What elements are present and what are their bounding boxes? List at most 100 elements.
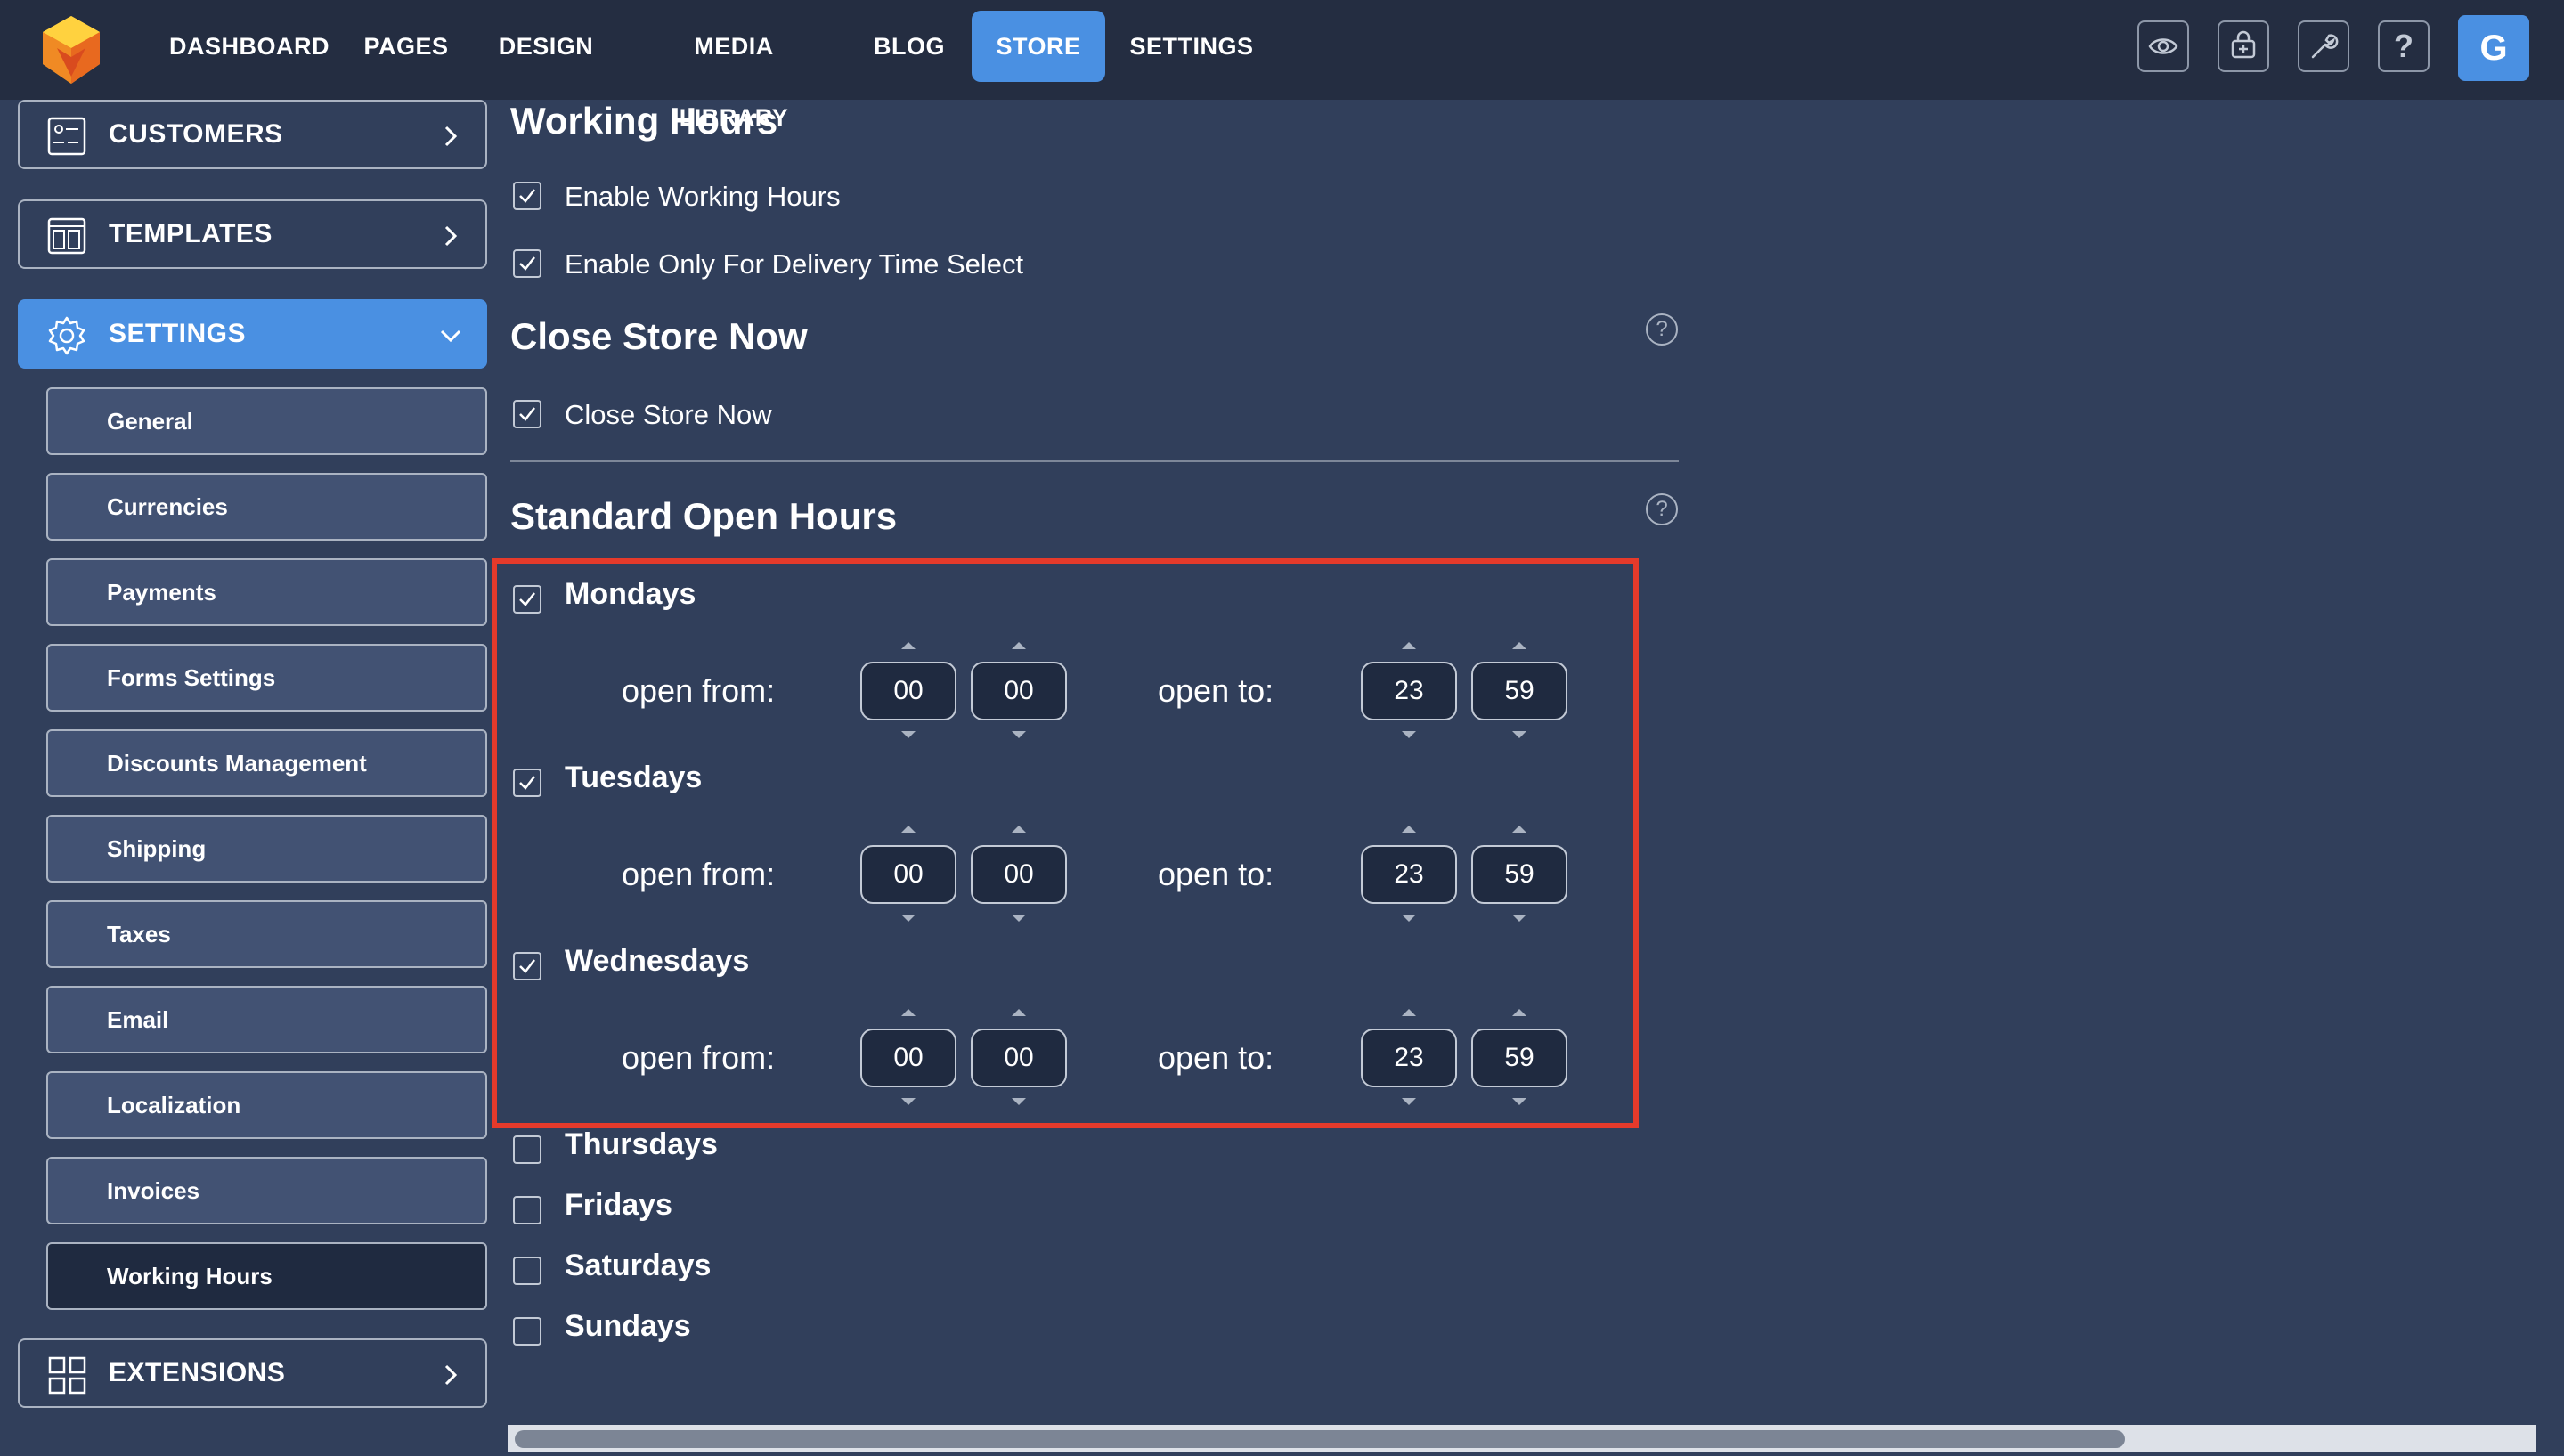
wednesday-from-hour[interactable]: 00 <box>860 1029 956 1087</box>
wednesday-to-minute[interactable]: 59 <box>1471 1029 1567 1087</box>
increment-icon[interactable] <box>1512 642 1526 649</box>
thursday-checkbox[interactable] <box>513 1135 541 1164</box>
wednesday-from-hour-spinner[interactable]: 00 <box>860 1009 956 1105</box>
preview-button[interactable] <box>2137 20 2189 72</box>
open-to-label: open to: <box>1158 856 1274 892</box>
increment-icon[interactable] <box>901 1009 916 1016</box>
extensions-icon <box>48 1356 86 1395</box>
tuesday-checkbox[interactable] <box>513 769 541 797</box>
decrement-icon[interactable] <box>1402 915 1416 922</box>
monday-from-minute-spinner[interactable]: 00 <box>971 642 1067 738</box>
increment-icon[interactable] <box>1012 642 1026 649</box>
monday-to-minute[interactable]: 59 <box>1471 662 1567 720</box>
sidebar-item-extensions[interactable]: EXTENSIONS <box>18 1338 487 1408</box>
sidebar-sub-working-hours[interactable]: Working Hours <box>46 1242 487 1310</box>
increment-icon[interactable] <box>1512 1009 1526 1016</box>
increment-icon[interactable] <box>901 642 916 649</box>
close-store-checkbox[interactable] <box>513 400 541 428</box>
saturday-checkbox[interactable] <box>513 1257 541 1285</box>
monday-to-hour-spinner[interactable]: 23 <box>1361 642 1457 738</box>
nav-pages[interactable]: PAGES <box>360 11 452 82</box>
check-icon <box>519 959 535 973</box>
enable-working-hours-label: Enable Working Hours <box>565 181 841 212</box>
sidebar-sub-localization[interactable]: Localization <box>46 1071 487 1139</box>
friday-checkbox[interactable] <box>513 1196 541 1224</box>
sidebar-sub-currencies[interactable]: Currencies <box>46 473 487 541</box>
tuesday-from-minute[interactable]: 00 <box>971 845 1067 904</box>
sidebar-sub-general[interactable]: General <box>46 387 487 455</box>
nav-dashboard[interactable]: DASHBOARD <box>169 11 330 82</box>
enable-working-hours-checkbox[interactable] <box>513 182 541 210</box>
wednesday-from-minute-spinner[interactable]: 00 <box>971 1009 1067 1105</box>
nav-design[interactable]: DESIGN <box>492 11 600 82</box>
increment-icon[interactable] <box>1012 826 1026 833</box>
check-icon <box>519 776 535 790</box>
sidebar-sub-email[interactable]: Email <box>46 986 487 1053</box>
sidebar-sub-invoices[interactable]: Invoices <box>46 1157 487 1224</box>
scrollbar-thumb[interactable] <box>515 1430 2125 1448</box>
tuesday-to-minute-spinner[interactable]: 59 <box>1471 826 1567 922</box>
wednesday-checkbox[interactable] <box>513 952 541 980</box>
sidebar-sub-taxes[interactable]: Taxes <box>46 900 487 968</box>
decrement-icon[interactable] <box>1402 1098 1416 1105</box>
increment-icon[interactable] <box>1402 642 1416 649</box>
decrement-icon[interactable] <box>1512 915 1526 922</box>
nav-media-library[interactable]: MEDIA LIBRARY <box>641 11 826 131</box>
sidebar-item-settings[interactable]: SETTINGS <box>18 299 487 369</box>
standard-hours-help-icon[interactable]: ? <box>1646 493 1678 525</box>
wednesday-label: Wednesdays <box>565 944 750 978</box>
increment-icon[interactable] <box>1402 1009 1416 1016</box>
decrement-icon[interactable] <box>1512 731 1526 738</box>
monday-from-hour-spinner[interactable]: 00 <box>860 642 956 738</box>
monday-to-minute-spinner[interactable]: 59 <box>1471 642 1567 738</box>
sidebar-item-customers[interactable]: CUSTOMERS <box>18 100 487 169</box>
monday-checkbox[interactable] <box>513 585 541 614</box>
chevron-right-icon <box>444 225 458 247</box>
wednesday-from-minute[interactable]: 00 <box>971 1029 1067 1087</box>
increment-icon[interactable] <box>1402 826 1416 833</box>
decrement-icon[interactable] <box>901 1098 916 1105</box>
tuesday-from-hour-spinner[interactable]: 00 <box>860 826 956 922</box>
nav-store[interactable]: STORE <box>972 11 1105 82</box>
sidebar-item-label: SETTINGS <box>109 319 247 348</box>
horizontal-scrollbar[interactable] <box>508 1425 2536 1452</box>
avatar[interactable]: G <box>2458 15 2529 81</box>
help-button[interactable]: ? <box>2378 20 2430 72</box>
decrement-icon[interactable] <box>1512 1098 1526 1105</box>
close-store-help-icon[interactable]: ? <box>1646 313 1678 346</box>
monday-from-minute[interactable]: 00 <box>971 662 1067 720</box>
wednesday-to-minute-spinner[interactable]: 59 <box>1471 1009 1567 1105</box>
sidebar-sub-payments[interactable]: Payments <box>46 558 487 626</box>
sidebar-sub-discounts-management[interactable]: Discounts Management <box>46 729 487 797</box>
logo-icon[interactable] <box>34 12 109 87</box>
decrement-icon[interactable] <box>1012 915 1026 922</box>
decrement-icon[interactable] <box>901 731 916 738</box>
store-add-button[interactable] <box>2218 20 2269 72</box>
sidebar-sub-shipping[interactable]: Shipping <box>46 815 487 883</box>
decrement-icon[interactable] <box>1012 1098 1026 1105</box>
wednesday-to-hour-spinner[interactable]: 23 <box>1361 1009 1457 1105</box>
gear-icon <box>48 316 85 355</box>
tuesday-from-minute-spinner[interactable]: 00 <box>971 826 1067 922</box>
tuesday-from-hour[interactable]: 00 <box>860 845 956 904</box>
increment-icon[interactable] <box>901 826 916 833</box>
monday-from-hour[interactable]: 00 <box>860 662 956 720</box>
decrement-icon[interactable] <box>901 915 916 922</box>
tuesday-to-minute[interactable]: 59 <box>1471 845 1567 904</box>
tools-button[interactable] <box>2298 20 2349 72</box>
sidebar-item-templates[interactable]: TEMPLATES <box>18 199 487 269</box>
increment-icon[interactable] <box>1512 826 1526 833</box>
sunday-checkbox[interactable] <box>513 1317 541 1346</box>
nav-blog[interactable]: BLOG <box>869 11 949 82</box>
delivery-only-checkbox[interactable] <box>513 249 541 278</box>
increment-icon[interactable] <box>1012 1009 1026 1016</box>
nav-settings[interactable]: SETTINGS <box>1129 11 1254 82</box>
wednesday-to-hour[interactable]: 23 <box>1361 1029 1457 1087</box>
monday-to-hour[interactable]: 23 <box>1361 662 1457 720</box>
saturday-label: Saturdays <box>565 1249 712 1282</box>
tuesday-to-hour-spinner[interactable]: 23 <box>1361 826 1457 922</box>
tuesday-to-hour[interactable]: 23 <box>1361 845 1457 904</box>
decrement-icon[interactable] <box>1012 731 1026 738</box>
decrement-icon[interactable] <box>1402 731 1416 738</box>
sidebar-sub-forms-settings[interactable]: Forms Settings <box>46 644 487 712</box>
